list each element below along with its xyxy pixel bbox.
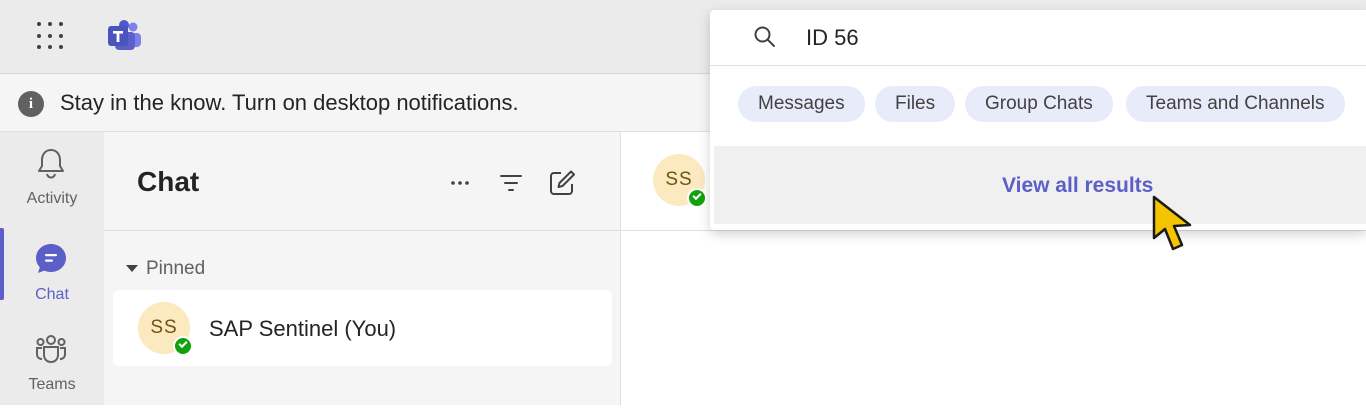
app-rail: Activity Chat Teams [0,132,104,405]
presence-available-icon [173,336,193,356]
search-query[interactable]: ID 56 [806,25,859,51]
search-dropdown: ID 56 Messages Files Group Chats Teams a… [710,10,1366,230]
pinned-section-header[interactable]: Pinned [126,258,205,280]
filter-messages[interactable]: Messages [738,86,865,122]
rail-label: Teams [28,376,76,393]
rail-item-activity[interactable]: Activity [0,132,104,222]
info-icon: i [18,91,44,117]
chat-icon [36,244,66,273]
chat-list-item[interactable]: SS SAP Sentinel (You) [113,290,612,366]
view-all-results-link[interactable]: View all results [1002,174,1153,198]
section-label: Pinned [146,258,206,279]
teams-icon [36,335,66,364]
rail-item-teams[interactable]: Teams [0,318,104,408]
notification-text[interactable]: Stay in the know. Turn on desktop notifi… [60,90,519,116]
rail-label: Chat [35,286,69,303]
filter-files[interactable]: Files [875,86,956,122]
filter-icon[interactable] [496,168,526,198]
chat-list-panel: Chat Pinned SS SAP Sentinel (You) [104,132,621,405]
rail-item-chat[interactable]: Chat [0,228,104,318]
more-icon[interactable] [445,168,475,198]
app-launcher-icon[interactable] [37,22,65,50]
teams-logo-icon [108,20,141,50]
bell-icon [38,149,64,179]
search-input[interactable]: ID 56 [710,10,1366,66]
chat-list-header: Chat [104,132,620,231]
caret-down-icon [126,265,138,273]
compose-icon[interactable] [547,168,577,198]
search-icon [754,26,775,47]
chat-list-title: Chat [137,166,200,197]
filter-group-chats[interactable]: Group Chats [965,86,1113,122]
rail-label: Activity [26,190,78,207]
presence-available-icon [687,188,707,208]
filter-teams-and-channels[interactable]: Teams and Channels [1126,86,1345,122]
mouse-cursor-icon [1152,195,1192,251]
chat-name: SAP Sentinel (You) [209,316,397,341]
view-all-results-row[interactable]: View all results [714,146,1366,224]
